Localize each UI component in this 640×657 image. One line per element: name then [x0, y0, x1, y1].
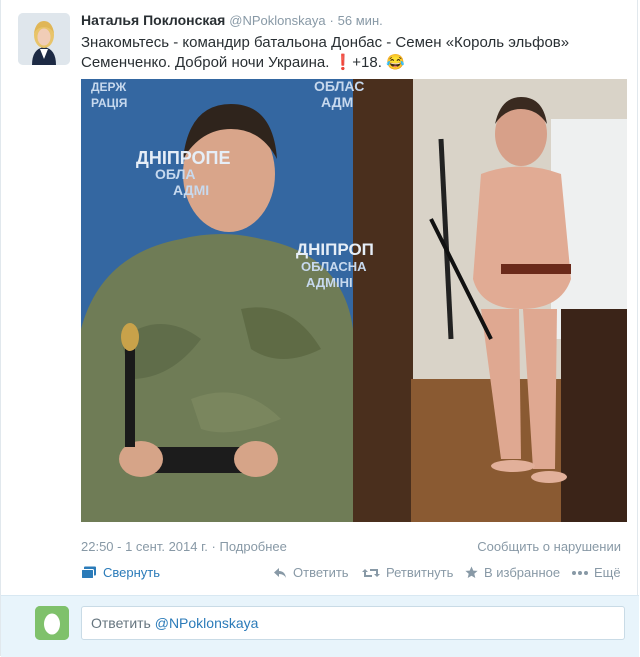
user-avatar: [35, 606, 69, 640]
media-sign-left-4: АДМІ: [173, 182, 209, 198]
star-icon: [465, 566, 478, 578]
media-sign-left-7: АДМІНІ: [306, 275, 353, 290]
tweet-text: Знакомьтесь - командир батальона Донбас …: [81, 33, 621, 73]
media-sign-left-5: ДНІПРОП: [296, 240, 374, 259]
tweet-text-line2: Семенченко. Доброй ночи Украина.: [81, 54, 330, 71]
favorite-label: В избранное: [484, 565, 561, 580]
retweet-button[interactable]: Ретвитнуть: [362, 565, 453, 580]
tweet-media-photo[interactable]: ОБЛАС АДМ ДНІПРОПЕ ОБЛА АДМІ ДНІПРОП ОБЛ…: [81, 79, 627, 522]
retweet-icon: [362, 568, 380, 577]
tweet-card: Наталья Поклонская @NPoklonskaya · 56 ми…: [0, 0, 639, 657]
exclamation-emoji: ❗: [333, 54, 353, 71]
reply-label: Ответить: [293, 565, 349, 580]
reply-box: Ответить @NPoklonskaya: [1, 595, 639, 657]
reply-icon: [274, 567, 286, 578]
author-handle[interactable]: @NPoklonskaya: [229, 13, 325, 28]
details-link[interactable]: Подробнее: [219, 539, 286, 554]
reply-input[interactable]: Ответить @NPoklonskaya: [81, 606, 625, 640]
reply-input-mention: @NPoklonskaya: [154, 615, 259, 631]
media-sign-left-0: ОБЛАС: [314, 79, 364, 94]
tweet-relative-time[interactable]: 56 мин.: [338, 13, 383, 28]
tweet-header: Наталья Поклонская @NPoklonskaya · 56 ми…: [81, 12, 383, 28]
more-label: Ещё: [594, 565, 621, 580]
media-sign-left-6: ОБЛАСНА: [301, 259, 367, 274]
collapse-label: Свернуть: [103, 565, 161, 580]
tweet-text-line1: Знакомьтесь - командир батальона Донбас …: [81, 34, 570, 51]
report-link[interactable]: Сообщить о нарушении: [477, 539, 621, 554]
egg-avatar-icon: [35, 606, 69, 640]
collapse-button[interactable]: Свернуть: [81, 565, 160, 580]
more-dots-icon: [572, 570, 588, 575]
media-sign-top-1: РАЦІЯ: [91, 96, 127, 110]
tweet-actions: Свернуть Ответить Ретвитнуть В избранное: [81, 565, 621, 583]
author-avatar[interactable]: [18, 13, 70, 65]
media-sign-left-1: АДМ: [321, 94, 353, 110]
author-avatar-image: [18, 13, 70, 65]
reply-button[interactable]: Ответить: [273, 565, 349, 580]
tweet-meta: 22:50 - 1 сент. 2014 г. · Подробнее: [81, 539, 287, 554]
laugh-emoji: 😂: [386, 54, 405, 71]
tweet-media-image: ОБЛАС АДМ ДНІПРОПЕ ОБЛА АДМІ ДНІПРОП ОБЛ…: [81, 79, 627, 522]
reply-input-prefix: Ответить: [91, 615, 151, 631]
tweet-timestamp[interactable]: 22:50 - 1 сент. 2014 г.: [81, 539, 208, 554]
media-icon: [81, 566, 96, 579]
time-separator: ·: [329, 13, 334, 28]
retweet-label: Ретвитнуть: [386, 565, 454, 580]
media-sign-left-3: ОБЛА: [155, 166, 196, 182]
media-sign-top-0: ДЕРЖ: [91, 80, 126, 94]
author-name[interactable]: Наталья Поклонская: [81, 12, 225, 28]
more-button[interactable]: Ещё: [572, 565, 621, 580]
favorite-button[interactable]: В избранное: [465, 565, 560, 580]
tweet-text-extra: +18.: [352, 54, 382, 71]
media-sign-left-2: ДНІПРОПЕ: [136, 148, 230, 168]
details-separator: ·: [211, 539, 216, 554]
